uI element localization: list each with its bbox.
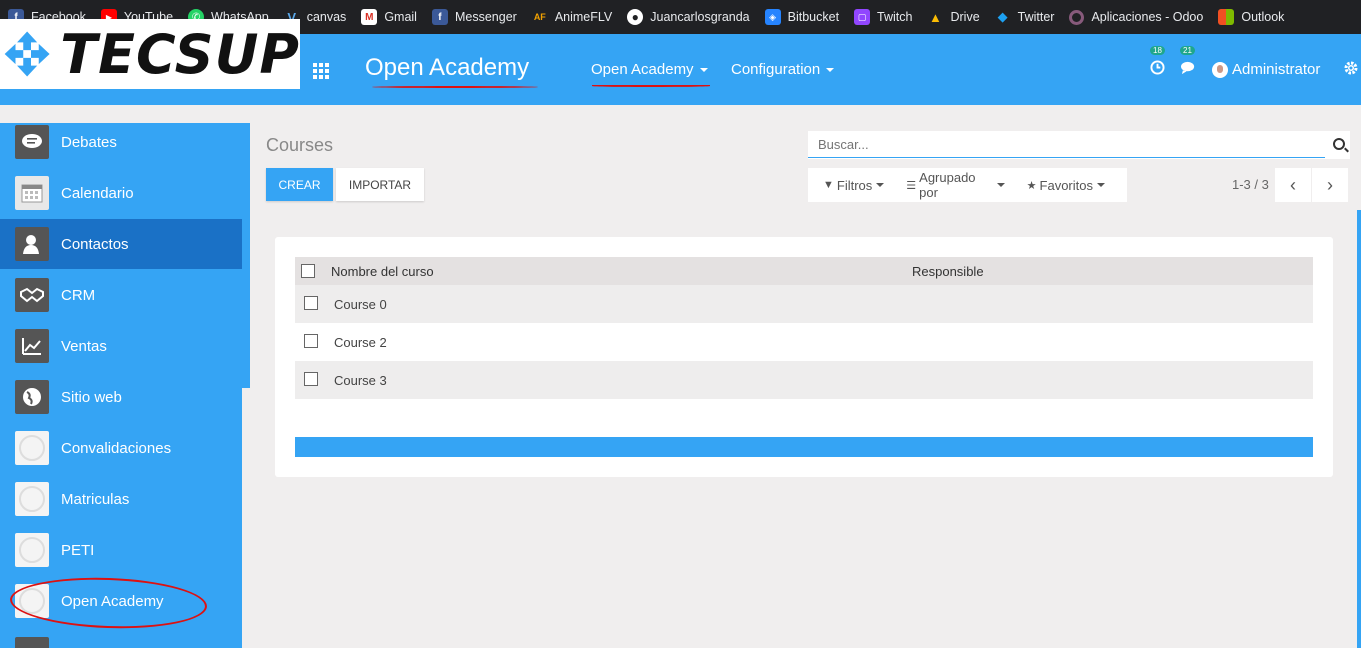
column-header-name[interactable]: Nombre del curso — [331, 264, 434, 279]
table-row[interactable]: Course 3 — [295, 361, 1313, 399]
table-footer — [295, 437, 1313, 457]
chevron-right-icon: › — [1327, 174, 1333, 195]
groupby-button[interactable]: ☰ Agrupado por — [906, 170, 1005, 200]
chat-icon — [15, 125, 49, 159]
list-icon: ☰ — [906, 179, 917, 192]
pager-previous[interactable]: ‹ — [1275, 168, 1311, 202]
course-name: Course 3 — [334, 373, 387, 388]
bookmark-twitter[interactable]: ◆ Twitter — [995, 9, 1055, 25]
globe-icon — [15, 380, 49, 414]
bookmark-gmail[interactable]: M Gmail — [361, 9, 417, 25]
table-row[interactable]: Course 2 — [295, 323, 1313, 361]
logo-arrows-icon — [4, 31, 50, 77]
chevron-down-icon — [699, 68, 708, 73]
pager-value[interactable]: 1-3 / 3 — [1232, 177, 1269, 192]
bookmark-outlook[interactable]: Outlook — [1218, 9, 1284, 25]
favorites-button[interactable]: ★ Favoritos — [1027, 178, 1105, 193]
star-icon: ★ — [1026, 179, 1037, 192]
placeholder-icon — [15, 533, 49, 567]
apps-grid-icon[interactable] — [313, 63, 329, 79]
scrollbar[interactable] — [1357, 210, 1361, 648]
pager-next[interactable]: › — [1312, 168, 1348, 202]
chevron-down-icon — [1097, 183, 1105, 187]
tecsup-logo: TECSUP — [0, 19, 300, 89]
github-icon: ● — [627, 9, 644, 25]
select-all-checkbox[interactable] — [301, 264, 315, 278]
outlook-icon — [1218, 9, 1235, 25]
filter-icon: ▼ — [823, 179, 834, 191]
sidebar-item-peti[interactable]: PETI — [0, 525, 242, 575]
bookmark-messenger[interactable]: f Messenger — [431, 9, 517, 25]
row-checkbox[interactable] — [304, 372, 318, 386]
gmail-icon: M — [361, 9, 378, 25]
bookmark-twitch[interactable]: ▢ Twitch — [854, 9, 912, 25]
row-checkbox[interactable] — [304, 334, 318, 348]
course-name: Course 2 — [334, 335, 387, 350]
user-menu[interactable]: Administrator — [1212, 61, 1320, 78]
twitter-icon: ◆ — [997, 9, 1008, 24]
filters-button[interactable]: ▼ Filtros — [823, 178, 885, 193]
chevron-down-icon — [826, 68, 835, 73]
bookmark-animeflv[interactable]: AF AnimeFLV — [532, 9, 612, 25]
sidebar-item-ventas[interactable]: Ventas — [0, 321, 242, 371]
table-row[interactable]: Course 0 — [295, 285, 1313, 323]
bitbucket-icon: ◈ — [764, 9, 781, 25]
comments-icon — [1181, 61, 1195, 75]
chevron-down-icon — [996, 183, 1005, 187]
row-checkbox[interactable] — [304, 296, 318, 310]
search-icon[interactable] — [1333, 138, 1345, 150]
course-name: Course 0 — [334, 297, 387, 312]
logo-text: TECSUP — [60, 22, 300, 86]
placeholder-icon — [15, 431, 49, 465]
messages-badge: 21 — [1180, 46, 1195, 55]
clock-icon — [1150, 60, 1165, 75]
sidebar-item-debates[interactable]: Debates — [0, 117, 242, 167]
sidebar-item-crm[interactable]: CRM — [0, 270, 242, 320]
search-box — [808, 131, 1350, 159]
bookmark-bitbucket[interactable]: ◈ Bitbucket — [764, 9, 839, 25]
menu-open-academy[interactable]: Open Academy — [591, 61, 708, 78]
sidebar-item-calendario[interactable]: Calendario — [0, 168, 242, 218]
animeflv-icon: AF — [533, 12, 546, 22]
sidebar-edge — [242, 388, 250, 648]
settings-button[interactable] — [1343, 60, 1359, 81]
gear-icon — [1344, 61, 1358, 75]
drive-icon: ▲ — [929, 9, 942, 25]
activities-badge: 18 — [1150, 46, 1165, 55]
bookmark-drive[interactable]: ▲ Drive — [927, 9, 980, 25]
app-icon — [15, 637, 49, 648]
messages-button[interactable]: 21 — [1180, 46, 1197, 80]
sidebar-item-next[interactable] — [0, 627, 242, 648]
chevron-left-icon: ‹ — [1290, 174, 1296, 195]
activities-button[interactable]: 18 — [1150, 46, 1165, 80]
sidebar-item-convalidaciones[interactable]: Convalidaciones — [0, 423, 242, 473]
app-brand[interactable]: Open Academy — [365, 54, 529, 82]
search-input[interactable] — [808, 131, 1325, 158]
chart-icon — [15, 329, 49, 363]
sidebar-item-contactos[interactable]: Contactos — [0, 219, 242, 269]
chevron-down-icon — [876, 183, 885, 187]
table-header: Nombre del curso Responsible — [295, 257, 1313, 285]
column-header-responsible[interactable]: Responsible — [912, 264, 984, 279]
calendar-icon — [15, 176, 49, 210]
handshake-icon — [15, 278, 49, 312]
messenger-icon: f — [431, 9, 448, 25]
page-title: Courses — [266, 135, 334, 155]
placeholder-icon — [15, 482, 49, 516]
bookmark-juancarlosgranda[interactable]: ● Juancarlosgranda — [627, 9, 750, 25]
import-button[interactable]: IMPORTAR — [336, 168, 424, 201]
avatar — [1212, 61, 1228, 78]
bookmark-odoo[interactable]: Aplicaciones - Odoo — [1069, 9, 1203, 25]
search-options: ▼ Filtros ☰ Agrupado por ★ Favoritos — [808, 168, 1127, 202]
odoo-icon — [1069, 9, 1085, 25]
sidebar-item-matriculas[interactable]: Matriculas — [0, 474, 242, 524]
contacts-icon — [15, 227, 49, 261]
sidebar-item-sitio-web[interactable]: Sitio web — [0, 372, 242, 422]
menu-configuration[interactable]: Configuration — [731, 61, 835, 78]
create-button[interactable]: CREAR — [266, 168, 333, 201]
annotation-underline — [372, 86, 538, 88]
twitch-icon: ▢ — [854, 9, 871, 25]
annotation-underline — [592, 85, 710, 87]
